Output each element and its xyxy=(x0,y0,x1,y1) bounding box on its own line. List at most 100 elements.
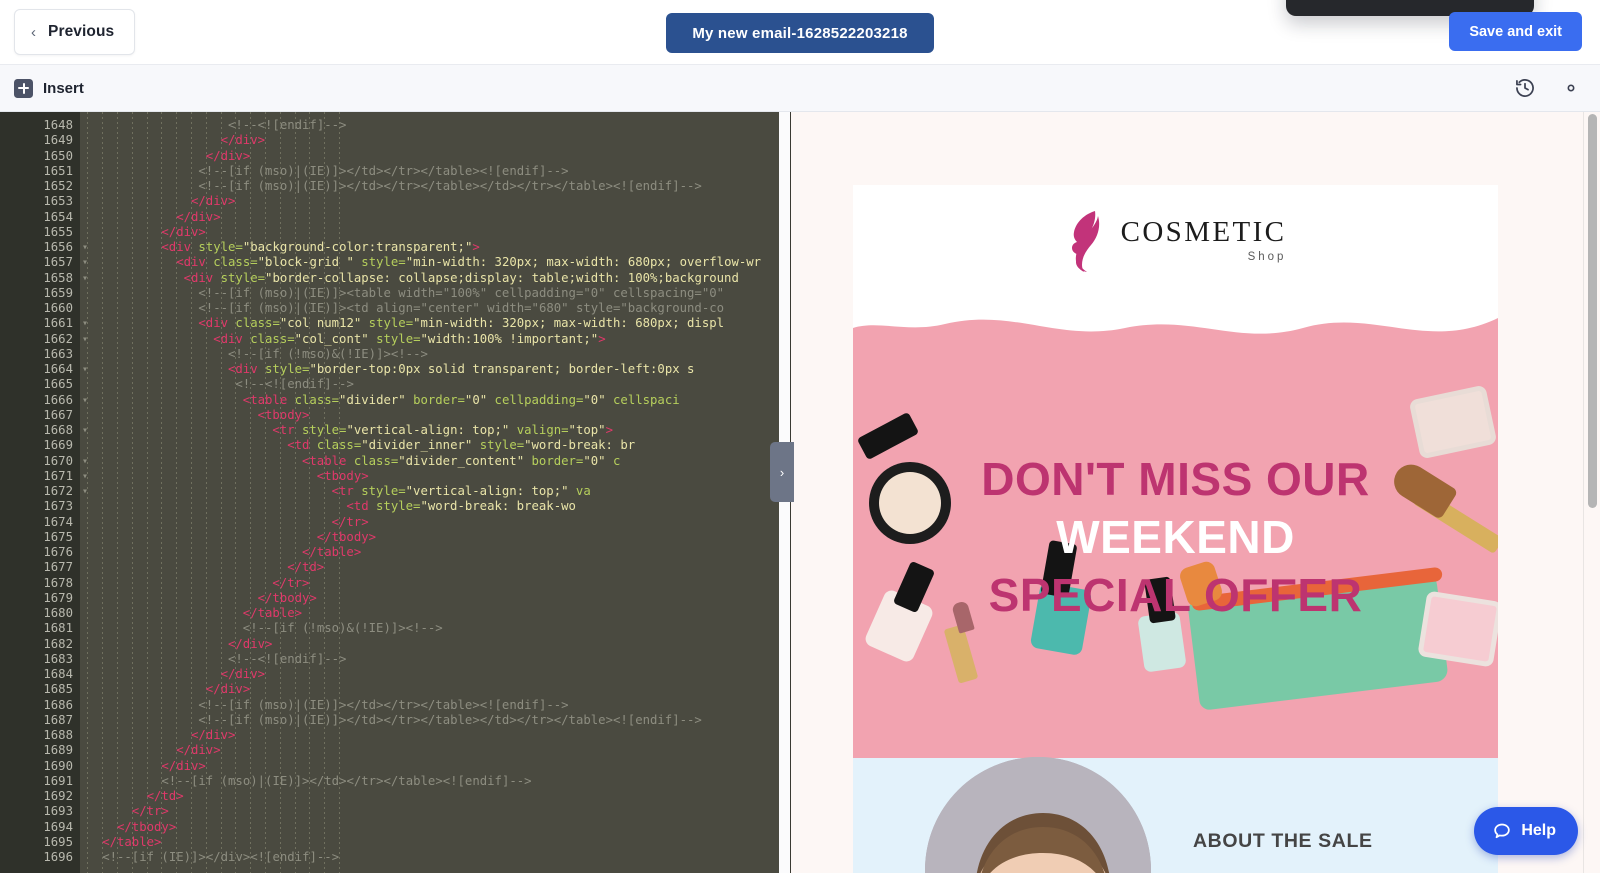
main-split-area: 1648 1649 1650 1651 1652 1653 1654 1655 1656 ▾ 165… xyxy=(0,112,1600,873)
code-token-attr: class= xyxy=(294,392,340,407)
editor-code-line: <!--[if (!mso)&(!IE)]><!--> xyxy=(80,621,779,636)
code-token-tag: </div> xyxy=(205,148,251,163)
code-token-tag: <div xyxy=(183,270,221,285)
editor-line-number: 1675 xyxy=(43,529,73,544)
editor-code-line: <!--[if (IE)]></div><![endif]--> xyxy=(80,850,779,865)
editor-code-area[interactable]: <!--<![endif]--> </div> </div> <!--[if (mso… xyxy=(80,112,779,873)
code-token-val: "vertical-align: top;" xyxy=(405,484,569,498)
lipstick-gold-prop xyxy=(943,624,979,684)
code-token-cmt: <!--[if (IE)]></div><![endif]--> xyxy=(102,850,340,864)
code-token-cmt: <!--[if (mso)|(IE)]></td></tr></table><!… xyxy=(198,163,569,178)
editor-line-number: 1682 xyxy=(43,636,73,651)
editor-line-number: 1653 xyxy=(43,194,73,209)
editor-line-number: 1694 xyxy=(43,819,73,834)
collapse-panel-handle[interactable]: › xyxy=(770,442,794,502)
preview-vertical-scrollbar[interactable] xyxy=(1588,114,1597,508)
editor-code-line: </div> xyxy=(80,225,779,240)
editor-line-number: 1652 xyxy=(43,179,73,193)
editor-code-line: <!--[if (mso)|(IE)]><table width="100%" … xyxy=(80,286,779,301)
help-button[interactable]: Help xyxy=(1474,807,1578,855)
code-token-tag: </div> xyxy=(161,224,206,239)
code-token-attr: style= xyxy=(198,240,243,254)
editor-code-line: </div> xyxy=(80,682,779,697)
logo-brand-text: COSMETIC xyxy=(1120,215,1287,248)
code-token-val: "divider_inner" xyxy=(361,438,473,453)
editor-code-line: <!--[if (mso)|(IE)]><td align="center" w… xyxy=(80,301,779,316)
previous-button[interactable]: ‹ Previous xyxy=(14,9,136,55)
editor-line-number: 1661 ▾ xyxy=(43,316,88,331)
editor-code-line: <div class="block-grid " style="min-widt… xyxy=(80,255,779,270)
code-token-val: "background-color:transparent;" xyxy=(242,240,473,254)
history-icon[interactable] xyxy=(1514,77,1536,99)
editor-code-line: <tbody> xyxy=(80,408,779,423)
email-title-button[interactable]: My new email-1628522203218 xyxy=(666,13,934,53)
gear-icon[interactable] xyxy=(1560,77,1582,99)
editor-line-number: 1672 ▾ xyxy=(43,484,88,498)
email-canvas[interactable]: COSMETIC Shop DON'T MISS OUR WEEKEND SPE… xyxy=(853,185,1498,873)
editor-code-line: <tbody> xyxy=(80,469,779,484)
code-token-attr: class= xyxy=(250,331,295,346)
editor-code-line: </tr> xyxy=(80,576,779,591)
editor-code-line: <!--<![endif]--> xyxy=(80,377,779,392)
code-token-tag: </div> xyxy=(191,194,236,209)
editor-line-number: 1648 xyxy=(43,118,73,132)
editor-line-number-gutter: 1648 1649 1650 1651 1652 1653 1654 1655 1656 ▾ 165… xyxy=(0,112,88,873)
insert-button[interactable]: Insert xyxy=(14,78,84,98)
code-token-attr: c xyxy=(605,453,621,468)
speech-bubble-icon xyxy=(1494,823,1511,839)
hero-line-3: SPECIAL OFFER xyxy=(988,568,1363,621)
save-and-exit-button[interactable]: Save and exit xyxy=(1449,12,1582,51)
editor-toolbar: Insert xyxy=(0,64,1600,112)
code-token-val: "border-collapse: collapse;display: tabl… xyxy=(265,270,739,285)
code-token-tag: </table> xyxy=(302,545,362,559)
code-token-cmt: <!--[if (mso)|(IE)]><table width="100%" … xyxy=(198,285,725,300)
code-token-tag: </div> xyxy=(161,758,206,773)
code-token-attr: cellspaci xyxy=(605,392,680,407)
preview-right-hairline xyxy=(1583,112,1584,873)
code-token-tag: <td xyxy=(287,438,317,453)
editor-code-line: </tbody> xyxy=(80,820,779,835)
code-token-val: "divider_content" xyxy=(398,453,525,468)
blush-palette-prop xyxy=(1408,384,1498,460)
editor-line-number: 1660 xyxy=(43,301,73,315)
editor-code-line: <!--[if (mso)|(IE)]></td></tr></table></… xyxy=(80,713,779,728)
code-token-cmt: <!--<![endif]--> xyxy=(235,377,354,392)
editor-code-line: <div class="col num12" style="min-width:… xyxy=(80,316,779,331)
editor-line-number: 1685 xyxy=(43,682,73,697)
editor-code-line: </div> xyxy=(80,133,779,148)
email-hero-banner[interactable]: DON'T MISS OUR WEEKEND SPECIAL OFFER ABO… xyxy=(853,296,1498,873)
editor-code-line: </div> xyxy=(80,194,779,209)
code-token-val: "word-break: br xyxy=(524,438,636,453)
code-token-attr: style= xyxy=(368,331,421,346)
editor-code-line: <!--[if (mso)|(IE)]></td></tr></table><!… xyxy=(80,698,779,713)
editor-code-line: <!--<![endif]--> xyxy=(80,118,779,133)
editor-line-number: 1673 xyxy=(43,499,73,514)
html-code-editor[interactable]: 1648 1649 1650 1651 1652 1653 1654 1655 1656 ▾ 165… xyxy=(0,112,779,873)
logo-sub-text: Shop xyxy=(1247,250,1287,263)
editor-line-number: 1671 ▾ xyxy=(43,468,88,483)
code-token-cmt: <!--[if (mso)|(IE)]></td></tr></table><!… xyxy=(161,773,532,788)
editor-line-number: 1695 xyxy=(43,834,73,849)
code-token-tag: <table xyxy=(302,453,354,468)
editor-code-line: </table> xyxy=(80,835,779,850)
editor-code-line: <div class="col_cont" style="width:100% … xyxy=(80,332,779,347)
code-token-attr: cellpadding= xyxy=(487,392,584,407)
editor-line-number: 1658 ▾ xyxy=(43,270,88,285)
code-token-attr: style= xyxy=(302,423,347,437)
editor-code-line: </div> xyxy=(80,728,779,743)
code-token-tag: </tbody> xyxy=(117,819,177,834)
code-token-tag: </div> xyxy=(176,743,221,758)
editor-code-line: <td class="divider_inner" style="word-br… xyxy=(80,438,779,453)
code-token-val: "0" xyxy=(464,392,488,407)
code-token-cmt: <!--[if (mso)|(IE)]></td></tr></table><!… xyxy=(198,697,569,712)
editor-line-number: 1669 xyxy=(43,438,73,453)
code-token-val: "0" xyxy=(583,392,606,407)
email-logo-block[interactable]: COSMETIC Shop xyxy=(853,185,1498,296)
editor-line-number: 1696 xyxy=(43,850,73,864)
code-token-attr: style= xyxy=(265,362,310,376)
editor-code-line: <table class="divider_content" border="0… xyxy=(80,454,779,469)
code-token-attr: style= xyxy=(472,438,525,453)
editor-line-number: 1666 ▾ xyxy=(43,392,88,407)
code-token-val: "divider" xyxy=(339,392,406,407)
editor-code-line: <div style="border-collapse: collapse;di… xyxy=(80,271,779,286)
